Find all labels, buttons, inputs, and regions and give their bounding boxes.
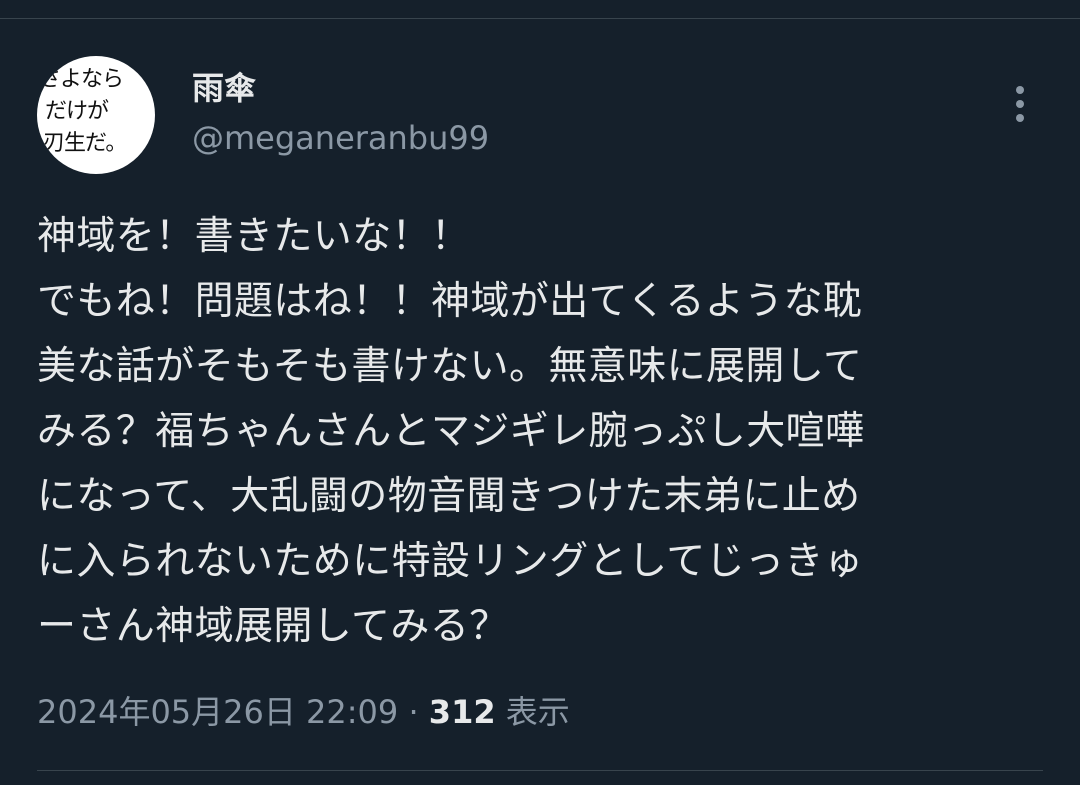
bottom-divider [37, 770, 1043, 771]
timestamp-link[interactable]: 2024年05月26日 22:09 [37, 693, 398, 731]
tweet-text-line: になって、大乱闘の物音聞きつけた末弟に止め [37, 474, 861, 519]
tweet-text-line: に入られないために特設リングとしてじっきゅ [37, 539, 864, 584]
tweet-text-line: 美な話がそもそも書けない。無意味に展開して [37, 344, 863, 389]
user-handle[interactable]: @meganeranbu99 [192, 118, 489, 158]
top-divider [0, 18, 1080, 19]
tweet-text-line: でもね！問題はね！！神域が出てくるような耽 [37, 279, 863, 324]
views-count: 312 [428, 693, 496, 731]
display-name[interactable]: 雨傘 [192, 68, 256, 108]
avatar[interactable]: さよなら だけが 刃生だ。 [37, 56, 155, 174]
avatar-text-line: だけが [45, 99, 109, 124]
more-options-button[interactable] [1000, 78, 1040, 130]
avatar-text-line: 刃生だ。 [43, 131, 127, 156]
avatar-text: さよなら だけが 刃生だ。 [37, 64, 155, 160]
tweet-text-line: みる？福ちゃんさんとマジギレ腕っぷし大喧嘩 [37, 409, 865, 454]
tweet-text: 神域を！書きたいな！！ でもね！問題はね！！神域が出てくるような耽 美な話がそも… [37, 204, 1047, 659]
tweet-text-line: 神域を！書きたいな！！ [37, 214, 471, 259]
avatar-text-line: さよなら [39, 67, 124, 92]
views-label: 表示 [505, 693, 570, 731]
tweet-meta: 2024年05月26日 22:09 · 312 表示 [37, 688, 570, 736]
more-vertical-icon [1016, 86, 1024, 122]
meta-separator: · [408, 693, 419, 731]
tweet-text-line: ーさん神域展開してみる？ [37, 604, 509, 649]
